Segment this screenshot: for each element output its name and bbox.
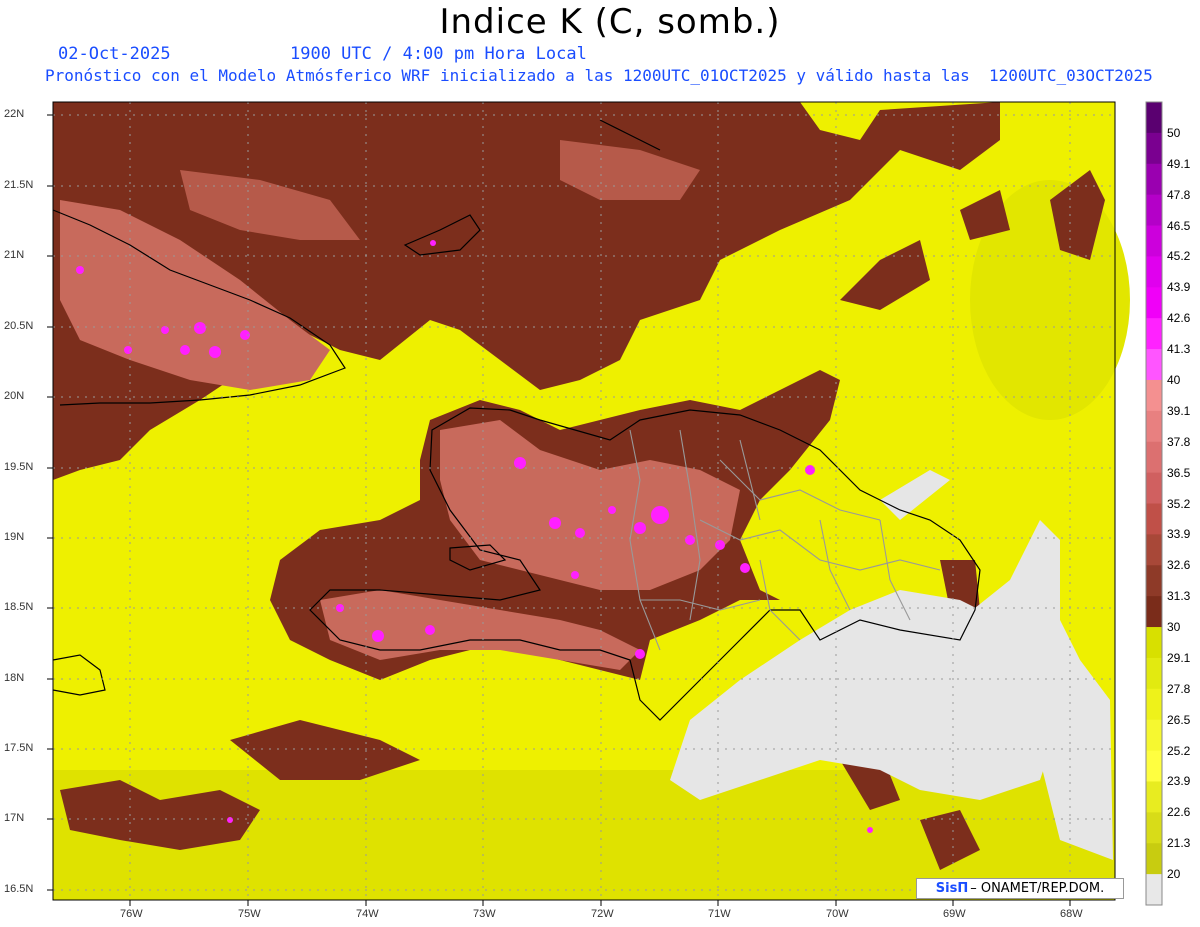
colorbar-swatch bbox=[1146, 688, 1162, 721]
colorbar-level-label: 31.3 bbox=[1167, 589, 1191, 604]
colorbar-swatch bbox=[1146, 874, 1162, 906]
colorbar-level-label: 45.2 bbox=[1167, 249, 1191, 264]
colorbar-level-label: 32.6 bbox=[1167, 558, 1191, 573]
lat-label: 19.5N bbox=[4, 461, 34, 473]
colorbar-swatch bbox=[1146, 441, 1162, 474]
lat-label: 17.5N bbox=[4, 742, 34, 754]
colorbar-level-label: 23.9 bbox=[1167, 774, 1191, 789]
credit-text: – ONAMET/REP.DOM. bbox=[970, 881, 1105, 896]
lon-label: 75W bbox=[238, 908, 261, 920]
credit-box: SisΠ – ONAMET/REP.DOM. bbox=[916, 878, 1124, 899]
colorbar-swatch bbox=[1146, 102, 1162, 134]
lat-label: 22N bbox=[4, 108, 25, 120]
colorbar-swatch bbox=[1146, 657, 1162, 690]
colorbar-level-label: 49.1 bbox=[1167, 156, 1191, 171]
lat-label: 21N bbox=[4, 249, 25, 261]
colorbar-swatch bbox=[1146, 410, 1162, 443]
colorbar bbox=[1145, 101, 1163, 906]
lon-label: 74W bbox=[356, 908, 379, 920]
colorbar-swatch bbox=[1146, 194, 1162, 227]
colorbar-level-label: 26.5 bbox=[1167, 712, 1191, 727]
colorbar-swatch bbox=[1146, 750, 1162, 782]
colorbar-swatch bbox=[1146, 843, 1162, 875]
colorbar-level-label: 41.3 bbox=[1167, 342, 1191, 357]
colorbar-level-label: 25.2 bbox=[1167, 743, 1191, 758]
colorbar-swatch bbox=[1146, 627, 1162, 659]
lon-label: 76W bbox=[120, 908, 143, 920]
colorbar-swatch bbox=[1146, 287, 1162, 319]
colorbar-level-label: 42.6 bbox=[1167, 311, 1191, 326]
lon-label: 72W bbox=[591, 908, 614, 920]
colorbar-level-label: 20 bbox=[1167, 867, 1181, 882]
colorbar-swatch bbox=[1146, 225, 1162, 257]
lat-label: 19N bbox=[4, 531, 25, 543]
lon-label: 69W bbox=[943, 908, 966, 920]
colorbar-swatch bbox=[1146, 781, 1162, 813]
forecast-description: Pronóstico con el Modelo Atmósferico WRF… bbox=[45, 66, 1153, 85]
colorbar-swatch bbox=[1146, 318, 1162, 350]
forecast-date: 02-Oct-2025 bbox=[58, 44, 171, 64]
lat-label: 16.5N bbox=[4, 883, 34, 895]
colorbar-swatch bbox=[1146, 472, 1162, 504]
colorbar-swatch bbox=[1146, 256, 1162, 288]
colorbar-level-label: 39.1 bbox=[1167, 403, 1191, 418]
colorbar-swatch bbox=[1146, 163, 1162, 196]
lat-label: 17N bbox=[4, 812, 25, 824]
lat-label: 21.5N bbox=[4, 179, 34, 191]
k-index-map bbox=[47, 101, 1163, 906]
colorbar-swatch bbox=[1146, 565, 1162, 597]
colorbar-level-label: 29.1 bbox=[1167, 650, 1191, 665]
lat-label: 18N bbox=[4, 672, 25, 684]
colorbar-swatch bbox=[1146, 132, 1162, 165]
colorbar-level-label: 35.2 bbox=[1167, 496, 1191, 511]
forecast-time: 1900 UTC / 4:00 pm Hora Local bbox=[290, 44, 587, 64]
colorbar-swatch bbox=[1146, 719, 1162, 752]
colorbar-level-label: 30 bbox=[1167, 620, 1181, 635]
colorbar-level-label: 46.5 bbox=[1167, 218, 1191, 233]
colorbar-swatch bbox=[1146, 596, 1162, 628]
lat-label: 18.5N bbox=[4, 601, 34, 613]
colorbar-level-label: 43.9 bbox=[1167, 280, 1191, 295]
lon-label: 73W bbox=[473, 908, 496, 920]
colorbar-swatch bbox=[1146, 534, 1162, 566]
colorbar-swatch bbox=[1146, 349, 1162, 381]
colorbar-level-label: 36.5 bbox=[1167, 465, 1191, 480]
lon-label: 71W bbox=[708, 908, 731, 920]
colorbar-swatch bbox=[1146, 503, 1162, 535]
colorbar-swatch bbox=[1146, 812, 1162, 844]
sisp-logo: SisΠ bbox=[935, 881, 969, 896]
colorbar-level-label: 27.8 bbox=[1167, 681, 1191, 696]
colorbar-swatch bbox=[1146, 379, 1162, 412]
colorbar-level-label: 37.8 bbox=[1167, 434, 1191, 449]
colorbar-level-label: 40 bbox=[1167, 372, 1181, 387]
lon-label: 70W bbox=[826, 908, 849, 920]
colorbar-level-label: 22.6 bbox=[1167, 805, 1191, 820]
lat-label: 20.5N bbox=[4, 320, 34, 332]
colorbar-level-label: 50 bbox=[1167, 125, 1181, 140]
lon-label: 68W bbox=[1060, 908, 1083, 920]
lat-label: 20N bbox=[4, 390, 25, 402]
colorbar-level-label: 47.8 bbox=[1167, 187, 1191, 202]
map-title: Indice K (C, somb.) bbox=[439, 2, 781, 42]
colorbar-level-label: 33.9 bbox=[1167, 527, 1191, 542]
colorbar-level-label: 21.3 bbox=[1167, 836, 1191, 851]
